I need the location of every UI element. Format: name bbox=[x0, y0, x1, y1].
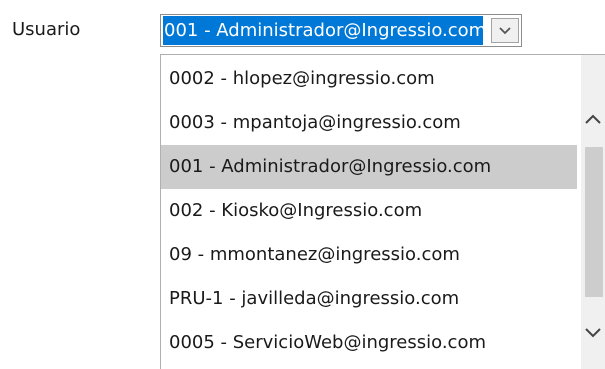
combobox-dropdown-button[interactable] bbox=[491, 18, 519, 43]
dropdown-option[interactable]: 0005 - ServicioWeb@ingressio.com bbox=[161, 321, 577, 365]
dropdown-option[interactable]: PRU-1 - javilleda@ingressio.com bbox=[161, 277, 577, 321]
dropdown-options: 0002 - hlopez@ingressio.com 0003 - mpant… bbox=[161, 57, 577, 365]
chevron-up-icon bbox=[585, 114, 601, 124]
user-dropdown-list[interactable]: 0002 - hlopez@ingressio.com 0003 - mpant… bbox=[160, 54, 605, 369]
dropdown-option[interactable]: 0003 - mpantoja@ingressio.com bbox=[161, 101, 577, 145]
combobox-selected-value[interactable]: 001 - Administrador@Ingressio.com bbox=[163, 16, 483, 45]
dropdown-option[interactable]: 09 - mmontanez@ingressio.com bbox=[161, 233, 577, 277]
scroll-down-button[interactable] bbox=[581, 313, 605, 353]
dropdown-option-highlighted[interactable]: 001 - Administrador@Ingressio.com bbox=[161, 145, 577, 189]
user-combobox[interactable]: 001 - Administrador@Ingressio.com bbox=[160, 14, 522, 47]
scrollbar-thumb[interactable] bbox=[585, 147, 603, 297]
chevron-down-icon bbox=[585, 328, 601, 338]
user-field-label: Usuario bbox=[12, 19, 81, 40]
dropdown-scrollbar[interactable] bbox=[581, 55, 605, 369]
chevron-down-icon bbox=[499, 26, 511, 34]
dropdown-option[interactable]: 002 - Kiosko@Ingressio.com bbox=[161, 189, 577, 233]
dropdown-option[interactable]: 0002 - hlopez@ingressio.com bbox=[161, 57, 577, 101]
scroll-up-button[interactable] bbox=[581, 99, 605, 139]
